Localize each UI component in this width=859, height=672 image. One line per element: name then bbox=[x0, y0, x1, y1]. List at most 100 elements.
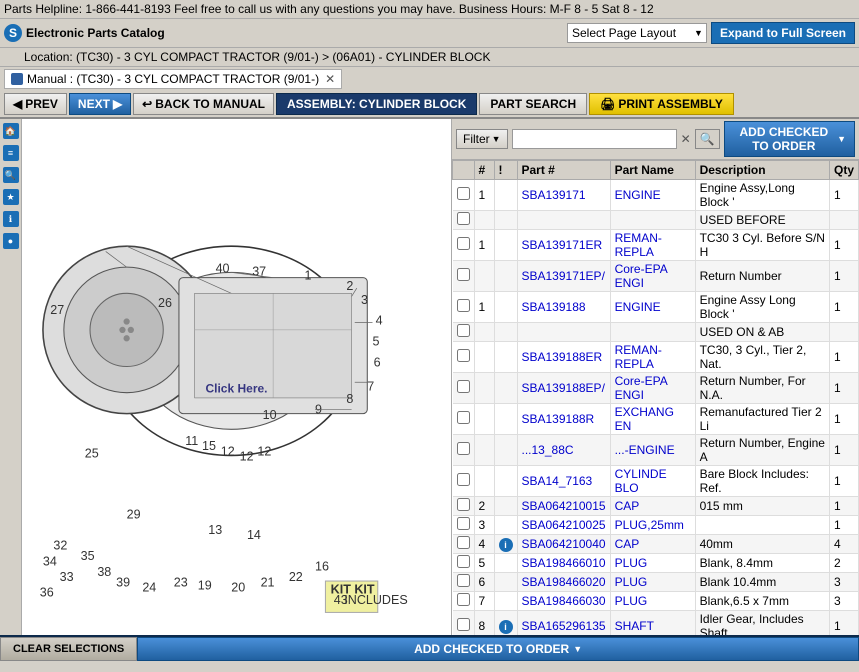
part-link[interactable]: SBA198466020 bbox=[522, 575, 606, 589]
filter-input[interactable] bbox=[512, 129, 677, 149]
sidebar-icon-list[interactable]: ≡ bbox=[3, 145, 19, 161]
expand-button[interactable]: Expand to Full Screen bbox=[711, 22, 855, 44]
part-name-link[interactable]: Core-EPA ENGI bbox=[615, 374, 667, 402]
part-link[interactable]: SBA064210015 bbox=[522, 499, 606, 513]
col-header-part: Part # bbox=[517, 161, 610, 180]
sidebar-icon-home[interactable]: 🏠 bbox=[3, 123, 19, 139]
print-button[interactable]: 🖨 PRINT ASSEMBLY bbox=[589, 93, 734, 115]
add-checked-top-button[interactable]: ADD CHECKED TO ORDER ▼ bbox=[724, 121, 855, 157]
part-name-link[interactable]: REMAN-REPLA bbox=[615, 231, 662, 259]
row-part-name: PLUG bbox=[610, 592, 695, 611]
row-checkbox[interactable] bbox=[457, 536, 470, 549]
part-link[interactable]: SBA064210040 bbox=[522, 537, 606, 551]
part-link[interactable]: SBA14_7163 bbox=[522, 474, 593, 488]
row-checkbox[interactable] bbox=[457, 187, 470, 200]
row-checkbox[interactable] bbox=[457, 212, 470, 225]
page-layout-select[interactable]: Select Page Layout bbox=[567, 23, 707, 43]
part-name-link[interactable]: CYLINDE BLO bbox=[615, 467, 667, 495]
tab-close-icon[interactable]: ✕ bbox=[325, 72, 335, 86]
row-num: 6 bbox=[474, 573, 494, 592]
part-name-link[interactable]: ENGINE bbox=[615, 300, 661, 314]
parts-table-wrapper[interactable]: # ! Part # Part Name Description Qty 1SB… bbox=[452, 160, 859, 635]
filter-search-button[interactable]: 🔍 bbox=[695, 129, 720, 149]
part-link[interactable]: SBA064210025 bbox=[522, 518, 606, 532]
row-checkbox[interactable] bbox=[457, 555, 470, 568]
part-link[interactable]: SBA139188R bbox=[522, 412, 595, 426]
part-link[interactable]: SBA139188 bbox=[522, 300, 586, 314]
part-name-link[interactable]: ...-ENGINE bbox=[615, 443, 675, 457]
row-checkbox[interactable] bbox=[457, 473, 470, 486]
prev-label: PREV bbox=[25, 97, 58, 111]
row-num bbox=[474, 342, 494, 373]
info-icon[interactable]: i bbox=[499, 538, 513, 552]
tab-manual[interactable]: Manual : (TC30) - 3 CYL COMPACT TRACTOR … bbox=[4, 69, 342, 89]
next-button[interactable]: NEXT ▶ bbox=[69, 93, 131, 115]
row-num bbox=[474, 466, 494, 497]
part-name-link[interactable]: ENGINE bbox=[615, 188, 661, 202]
row-checkbox[interactable] bbox=[457, 517, 470, 530]
row-num: 4 bbox=[474, 535, 494, 554]
filter-button[interactable]: Filter ▼ bbox=[456, 129, 508, 149]
part-link[interactable]: SBA139171 bbox=[522, 188, 586, 202]
row-description: TC30 3 Cyl. Before S/N H bbox=[695, 230, 829, 261]
part-link[interactable]: SBA198466030 bbox=[522, 594, 606, 608]
parts-panel: Filter ▼ ✕ 🔍 ADD CHECKED TO ORDER ▼ # ! bbox=[452, 119, 859, 635]
row-part-name: CAP bbox=[610, 535, 695, 554]
part-name-link[interactable]: REMAN-REPLA bbox=[615, 343, 662, 371]
svg-text:15: 15 bbox=[202, 439, 216, 453]
row-qty: 1 bbox=[829, 516, 858, 535]
add-checked-bottom-button[interactable]: ADD CHECKED TO ORDER ▼ bbox=[137, 637, 859, 661]
part-name-link[interactable]: Core-EPA ENGI bbox=[615, 262, 667, 290]
part-name-link[interactable]: SHAFT bbox=[615, 619, 654, 633]
svg-text:12: 12 bbox=[240, 450, 254, 464]
row-checkbox[interactable] bbox=[457, 593, 470, 606]
row-checkbox[interactable] bbox=[457, 324, 470, 337]
svg-text:36: 36 bbox=[40, 586, 54, 600]
printer-icon: 🖨 bbox=[600, 97, 615, 111]
part-search-button[interactable]: PART SEARCH bbox=[479, 93, 587, 115]
filter-clear-icon[interactable]: ✕ bbox=[681, 132, 691, 146]
row-num bbox=[474, 404, 494, 435]
row-checkbox[interactable] bbox=[457, 299, 470, 312]
row-checkbox[interactable] bbox=[457, 574, 470, 587]
table-row: SBA14_7163CYLINDE BLOBare Block Includes… bbox=[453, 466, 859, 497]
sidebar-icon-star[interactable]: ★ bbox=[3, 189, 19, 205]
row-checkbox[interactable] bbox=[457, 411, 470, 424]
row-checkbox[interactable] bbox=[457, 498, 470, 511]
sidebar-icon-circle[interactable]: ● bbox=[3, 233, 19, 249]
part-link[interactable]: SBA139171EP/ bbox=[522, 269, 605, 283]
part-name-link[interactable]: CAP bbox=[615, 537, 640, 551]
row-part-num: SBA139188EP/ bbox=[517, 373, 610, 404]
row-part-num: SBA198466030 bbox=[517, 592, 610, 611]
sidebar-icon-info[interactable]: ℹ bbox=[3, 211, 19, 227]
part-link[interactable]: SBA139188EP/ bbox=[522, 381, 605, 395]
clear-selections-button[interactable]: CLEAR SELECTIONS bbox=[0, 637, 137, 661]
part-link[interactable]: SBA139188ER bbox=[522, 350, 603, 364]
part-name-link[interactable]: PLUG bbox=[615, 594, 648, 608]
table-row: SBA139188ERREMAN-REPLATC30, 3 Cyl., Tier… bbox=[453, 342, 859, 373]
row-checkbox[interactable] bbox=[457, 442, 470, 455]
table-row: 6SBA198466020PLUGBlank 10.4mm3 bbox=[453, 573, 859, 592]
part-link[interactable]: ...13_88C bbox=[522, 443, 574, 457]
back-to-manual-button[interactable]: ↩ BACK TO MANUAL bbox=[133, 93, 274, 115]
row-checkbox[interactable] bbox=[457, 349, 470, 362]
part-name-link[interactable]: PLUG bbox=[615, 575, 648, 589]
part-name-link[interactable]: EXCHANG EN bbox=[615, 405, 674, 433]
part-name-link[interactable]: CAP bbox=[615, 499, 640, 513]
row-checkbox[interactable] bbox=[457, 380, 470, 393]
row-checkbox[interactable] bbox=[457, 237, 470, 250]
part-name-link[interactable]: PLUG bbox=[615, 556, 648, 570]
row-checkbox[interactable] bbox=[457, 268, 470, 281]
sidebar-icon-search[interactable]: 🔍 bbox=[3, 167, 19, 183]
part-link[interactable]: SBA198466010 bbox=[522, 556, 606, 570]
svg-text:8: 8 bbox=[346, 392, 353, 406]
part-name-link[interactable]: PLUG,25mm bbox=[615, 518, 684, 532]
row-checkbox[interactable] bbox=[457, 618, 470, 631]
prev-button[interactable]: ◀ PREV bbox=[4, 93, 67, 115]
table-row: 4iSBA064210040CAP40mm4 bbox=[453, 535, 859, 554]
info-icon[interactable]: i bbox=[499, 620, 513, 634]
row-part-num: SBA198466010 bbox=[517, 554, 610, 573]
left-panel: 🏠 ≡ 🔍 ★ ℹ ● bbox=[0, 119, 452, 635]
part-link[interactable]: SBA165296135 bbox=[522, 619, 606, 633]
part-link[interactable]: SBA139171ER bbox=[522, 238, 603, 252]
